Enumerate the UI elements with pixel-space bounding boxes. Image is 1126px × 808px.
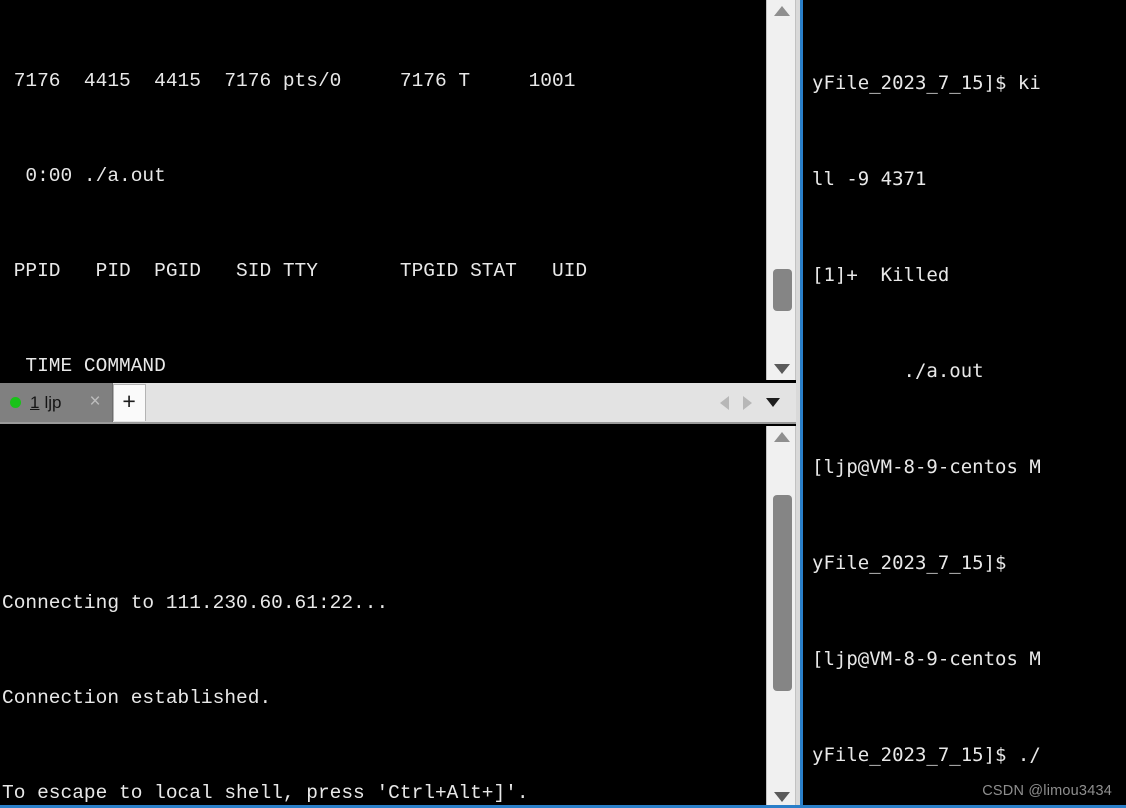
scroll-down-arrow-icon[interactable] xyxy=(767,358,797,380)
tab-list-dropdown-icon[interactable] xyxy=(766,398,780,407)
tab-bar-spacer xyxy=(146,383,720,422)
terminal-line: Connection established. xyxy=(2,686,272,709)
tab-index: 1 xyxy=(30,392,40,412)
terminal-line: yFile_2023_7_15]$ ./ xyxy=(812,744,1041,766)
terminal-line: [ljp@VM-8-9-centos M xyxy=(812,456,1041,478)
top-left-terminal-output[interactable]: 7176 4415 4415 7176 pts/0 7176 T 1001 0:… xyxy=(0,0,766,380)
bottom-left-terminal-pane[interactable]: Connecting to 111.230.60.61:22... Connec… xyxy=(0,426,802,808)
close-icon[interactable]: × xyxy=(87,392,102,414)
terminal-line: ./a.out xyxy=(812,360,984,382)
top-left-terminal-pane[interactable]: 7176 4415 4415 7176 pts/0 7176 T 1001 0:… xyxy=(0,0,802,380)
tab-bar: 1 ljp × + xyxy=(0,383,796,424)
terminal-line: TIME COMMAND xyxy=(2,354,166,377)
terminal-line: ll -9 4371 xyxy=(812,168,927,190)
pane-splitter[interactable] xyxy=(796,0,803,808)
right-terminal-output[interactable]: yFile_2023_7_15]$ ki ll -9 4371 [1]+ Kil… xyxy=(803,0,1126,808)
scrollbar-thumb[interactable] xyxy=(773,494,792,691)
terminal-line: To escape to local shell, press 'Ctrl+Al… xyxy=(2,781,529,804)
scrollbar-thumb[interactable] xyxy=(773,268,792,311)
terminal-line: 7176 4415 4415 7176 pts/0 7176 T 1001 xyxy=(2,70,576,93)
tab-bar-controls xyxy=(720,383,796,422)
new-tab-button[interactable]: + xyxy=(112,384,146,421)
tab-ljp[interactable]: 1 ljp × xyxy=(0,383,113,422)
terminal-line: yFile_2023_7_15]$ xyxy=(812,552,1007,574)
terminal-line: PPID PID PGID SID TTY TPGID STAT UID xyxy=(2,259,588,282)
tab-label: ljp xyxy=(44,392,62,412)
scroll-up-arrow-icon[interactable] xyxy=(767,426,797,448)
bottom-terminal-scrollbar[interactable] xyxy=(766,426,796,808)
bottom-left-terminal-output[interactable]: Connecting to 111.230.60.61:22... Connec… xyxy=(0,426,766,808)
scroll-tabs-right-icon[interactable] xyxy=(743,395,752,410)
left-terminal-column: 7176 4415 4415 7176 pts/0 7176 T 1001 0:… xyxy=(0,0,802,808)
terminal-window: 7176 4415 4415 7176 pts/0 7176 T 1001 0:… xyxy=(0,0,1126,808)
scroll-up-arrow-icon[interactable] xyxy=(767,0,797,22)
terminal-line: 0:00 ./a.out xyxy=(2,164,166,187)
top-terminal-scrollbar[interactable] xyxy=(766,0,796,380)
terminal-line: Connecting to 111.230.60.61:22... xyxy=(2,591,389,614)
terminal-line: [ljp@VM-8-9-centos M xyxy=(812,648,1041,670)
tab-status-dot-icon xyxy=(10,397,21,408)
scroll-tabs-left-icon[interactable] xyxy=(720,395,729,410)
tab-bar-region: 1 ljp × + xyxy=(0,380,802,426)
watermark: CSDN @limou3434 xyxy=(982,783,1112,799)
terminal-line: [1]+ Killed xyxy=(812,264,950,286)
right-terminal-pane[interactable]: yFile_2023_7_15]$ ki ll -9 4371 [1]+ Kil… xyxy=(803,0,1126,808)
terminal-line: yFile_2023_7_15]$ ki xyxy=(812,72,1041,94)
